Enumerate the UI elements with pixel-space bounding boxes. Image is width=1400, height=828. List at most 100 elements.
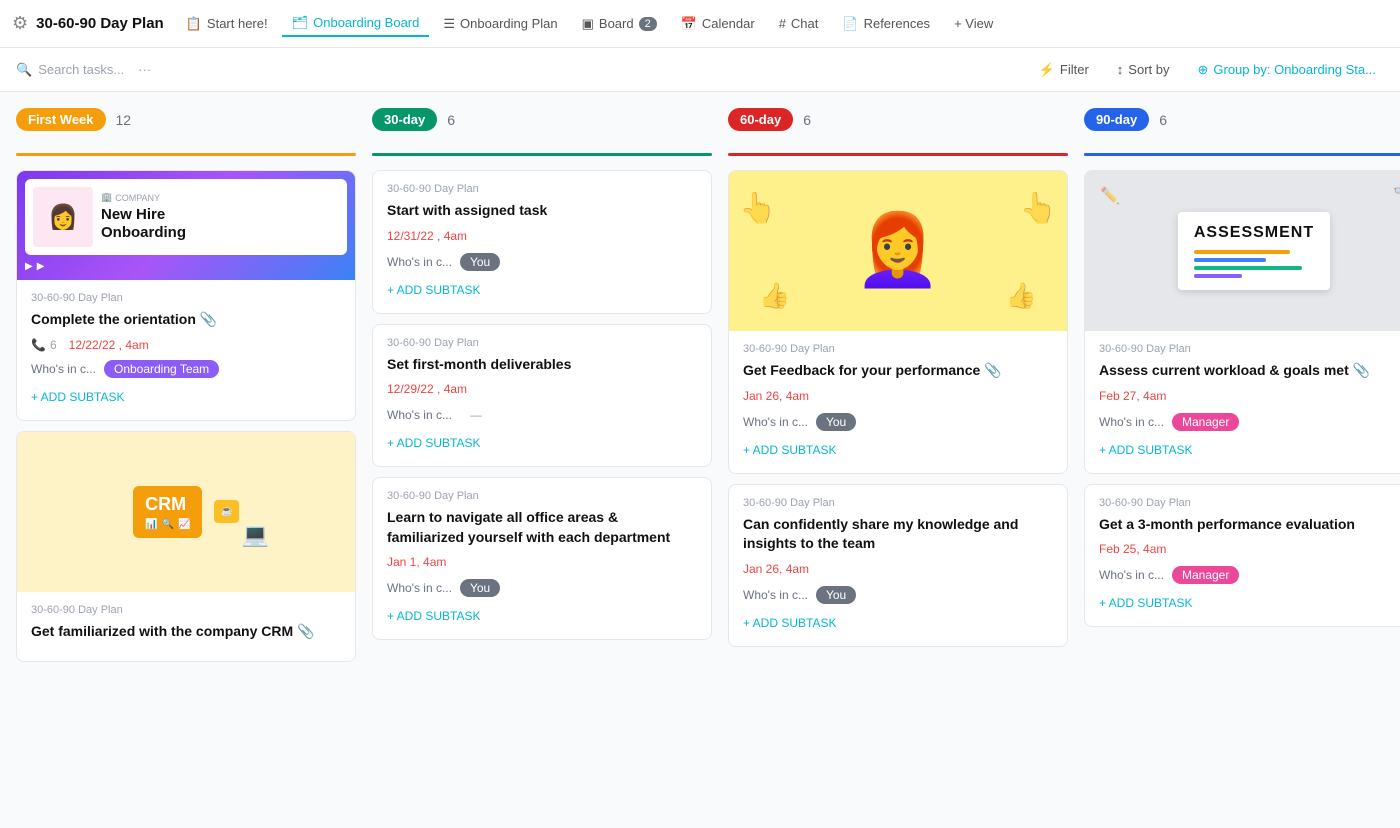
card-share-knowledge[interactable]: 30-60-90 Day Plan Can confidently share … bbox=[728, 484, 1068, 647]
date-assigned: 12/31/22 , 4am bbox=[387, 229, 697, 243]
count-30day: 6 bbox=[447, 112, 455, 128]
meta-assigned: Who's in c... You bbox=[387, 253, 697, 271]
nav-onboarding-plan[interactable]: ☰ Onboarding Plan bbox=[433, 12, 567, 36]
nav-calendar[interactable]: 📅 Calendar bbox=[671, 12, 765, 36]
card-assess-workload[interactable]: ASSESSMENT 👓 ✏️ 30-60-90 Day Plan Assess… bbox=[1084, 170, 1400, 474]
cp4: 30-60-90 Day Plan bbox=[743, 343, 1053, 355]
filter-button[interactable]: ⚡ Filter bbox=[1031, 58, 1097, 82]
card-body-eval: 30-60-90 Day Plan Get a 3-month performa… bbox=[1085, 485, 1400, 627]
card-body-navigate: 30-60-90 Day Plan Learn to navigate all … bbox=[373, 478, 711, 639]
column-30day: 30-day 6 30-60-90 Day Plan Start with as… bbox=[372, 108, 712, 812]
cp7: 30-60-90 Day Plan bbox=[1099, 497, 1400, 509]
card-body-orientation: 30-60-90 Day Plan Complete the orientati… bbox=[17, 280, 355, 420]
onboarding-plan-icon: ☰ bbox=[443, 16, 455, 32]
card-plan: 30-60-90 Day Plan bbox=[31, 292, 341, 304]
board-icon: ▣ bbox=[582, 16, 594, 32]
filter-icon: ⚡ bbox=[1039, 62, 1055, 78]
date-navigate: Jan 1, 4am bbox=[387, 555, 697, 569]
search-area[interactable]: 🔍 Search tasks... ··· bbox=[16, 62, 1023, 78]
subtask-icon: 📞 bbox=[31, 338, 46, 352]
card-body-share: 30-60-90 Day Plan Can confidently share … bbox=[729, 485, 1067, 646]
tag-90day: 90-day bbox=[1084, 108, 1149, 131]
card-complete-orientation[interactable]: 👩 🏢 COMPANY New HireOnboarding ▶ ▶ 30-60… bbox=[16, 170, 356, 421]
calendar-icon: 📅 bbox=[681, 16, 697, 32]
cp2: 30-60-90 Day Plan bbox=[387, 337, 697, 349]
cp3: 30-60-90 Day Plan bbox=[387, 490, 697, 502]
nav-onboarding-board[interactable]: 🗂 Onboarding Board bbox=[282, 11, 430, 37]
card-evaluation[interactable]: 30-60-90 Day Plan Get a 3-month performa… bbox=[1084, 484, 1400, 628]
card-assigned-task[interactable]: 30-60-90 Day Plan Start with assigned ta… bbox=[372, 170, 712, 314]
meta-share: Who's in c... You bbox=[743, 586, 1053, 604]
date-deliverables: 12/29/22 , 4am bbox=[387, 382, 697, 396]
add-subtask-assess[interactable]: + ADD SUBTASK bbox=[1099, 439, 1400, 461]
assignee-you-4: You bbox=[816, 586, 856, 604]
ct-feedback: Get Feedback for your performance 📎 bbox=[743, 361, 1053, 381]
assessment-image: ASSESSMENT 👓 ✏️ bbox=[1085, 171, 1400, 331]
column-header-90day: 90-day 6 bbox=[1084, 108, 1400, 170]
meta-deliverables: Who's in c... — bbox=[387, 406, 697, 424]
column-90day: 90-day 6 ASSESSMENT 👓 ✏️ bbox=[1084, 108, 1400, 812]
column-header-60day: 60-day 6 bbox=[728, 108, 1068, 170]
ct-eval: Get a 3-month performance evaluation bbox=[1099, 515, 1400, 535]
crm-image: CRM 📊 🔍 📈 ☕ 💻 bbox=[17, 432, 355, 592]
ct-assigned: Start with assigned task bbox=[387, 201, 697, 221]
add-subtask-share[interactable]: + ADD SUBTASK bbox=[743, 612, 1053, 634]
date-feedback: Jan 26, 4am bbox=[743, 389, 1053, 403]
meta-assess: Who's in c... Manager bbox=[1099, 413, 1400, 431]
add-subtask-assigned[interactable]: + ADD SUBTASK bbox=[387, 279, 697, 301]
nav-add-view[interactable]: + View bbox=[944, 12, 1003, 35]
card-deliverables[interactable]: 30-60-90 Day Plan Set first-month delive… bbox=[372, 324, 712, 468]
tag-30day: 30-day bbox=[372, 108, 437, 131]
ct-assess: Assess current workload & goals met 📎 bbox=[1099, 361, 1400, 381]
group-by-button[interactable]: ⊕ Group by: Onboarding Sta... bbox=[1189, 58, 1384, 82]
card-crm[interactable]: CRM 📊 🔍 📈 ☕ 💻 30-60-90 Day Plan Ge bbox=[16, 431, 356, 663]
subtasks-count: 📞 6 12/22/22 , 4am bbox=[31, 338, 341, 352]
add-subtask-navigate[interactable]: + ADD SUBTASK bbox=[387, 605, 697, 627]
group-icon: ⊕ bbox=[1197, 62, 1208, 78]
cp1: 30-60-90 Day Plan bbox=[387, 183, 697, 195]
nav-start-here[interactable]: 📋 Start here! bbox=[176, 12, 278, 36]
search-input-placeholder[interactable]: Search tasks... bbox=[38, 62, 124, 77]
count-90day: 6 bbox=[1159, 112, 1167, 128]
meta-navigate: Who's in c... You bbox=[387, 579, 697, 597]
count-first-week: 12 bbox=[116, 112, 132, 128]
person-image: 👩 bbox=[33, 187, 93, 247]
assignee-manager-2: Manager bbox=[1172, 566, 1239, 584]
more-options-icon[interactable]: ··· bbox=[138, 62, 151, 77]
date-share: Jan 26, 4am bbox=[743, 562, 1053, 576]
toolbar: 🔍 Search tasks... ··· ⚡ Filter ↕ Sort by… bbox=[0, 48, 1400, 92]
meta-eval: Who's in c... Manager bbox=[1099, 566, 1400, 584]
sort-button[interactable]: ↕ Sort by bbox=[1109, 58, 1178, 81]
nav-board[interactable]: ▣ Board 2 bbox=[572, 12, 667, 36]
card-title-orientation: Complete the orientation 📎 bbox=[31, 310, 341, 330]
chat-icon: # bbox=[779, 16, 786, 31]
column-header-30day: 30-day 6 bbox=[372, 108, 712, 170]
add-subtask-feedback[interactable]: + ADD SUBTASK bbox=[743, 439, 1053, 461]
cp5: 30-60-90 Day Plan bbox=[743, 497, 1053, 509]
column-first-week: First Week 12 👩 🏢 COMPANY New HireOnboar… bbox=[16, 108, 356, 812]
nav-chat[interactable]: # Chat bbox=[769, 12, 829, 35]
card-navigate[interactable]: 30-60-90 Day Plan Learn to navigate all … bbox=[372, 477, 712, 640]
card-body-deliverables: 30-60-90 Day Plan Set first-month delive… bbox=[373, 325, 711, 467]
ct-deliverables: Set first-month deliverables bbox=[387, 355, 697, 375]
assignee-onboarding-team: Onboarding Team bbox=[104, 360, 219, 378]
assignee-you-2: You bbox=[460, 579, 500, 597]
app-logo-icon: ⚙ bbox=[12, 13, 28, 34]
onboarding-text: 🏢 COMPANY New HireOnboarding bbox=[101, 192, 186, 242]
add-subtask-orientation[interactable]: + ADD SUBTASK bbox=[31, 386, 341, 408]
ct-share: Can confidently share my knowledge and i… bbox=[743, 515, 1053, 554]
board-badge: 2 bbox=[639, 17, 657, 31]
add-subtask-deliverables[interactable]: + ADD SUBTASK bbox=[387, 432, 697, 454]
meta-feedback: Who's in c... You bbox=[743, 413, 1053, 431]
references-icon: 📄 bbox=[842, 16, 858, 32]
board: First Week 12 👩 🏢 COMPANY New HireOnboar… bbox=[0, 92, 1400, 828]
nav-references[interactable]: 📄 References bbox=[832, 12, 940, 36]
card-body-assigned: 30-60-90 Day Plan Start with assigned ta… bbox=[373, 171, 711, 313]
add-subtask-eval[interactable]: + ADD SUBTASK bbox=[1099, 592, 1400, 614]
assignee-you-3: You bbox=[816, 413, 856, 431]
cp6: 30-60-90 Day Plan bbox=[1099, 343, 1400, 355]
card-body-feedback: 30-60-90 Day Plan Get Feedback for your … bbox=[729, 331, 1067, 473]
card-feedback[interactable]: 👩‍🦰 👆 👆 👍 👍 30-60-90 Day Plan Get Feedba… bbox=[728, 170, 1068, 474]
card-title-crm: Get familiarized with the company CRM 📎 bbox=[31, 622, 341, 642]
assignee-dash: — bbox=[460, 406, 492, 424]
